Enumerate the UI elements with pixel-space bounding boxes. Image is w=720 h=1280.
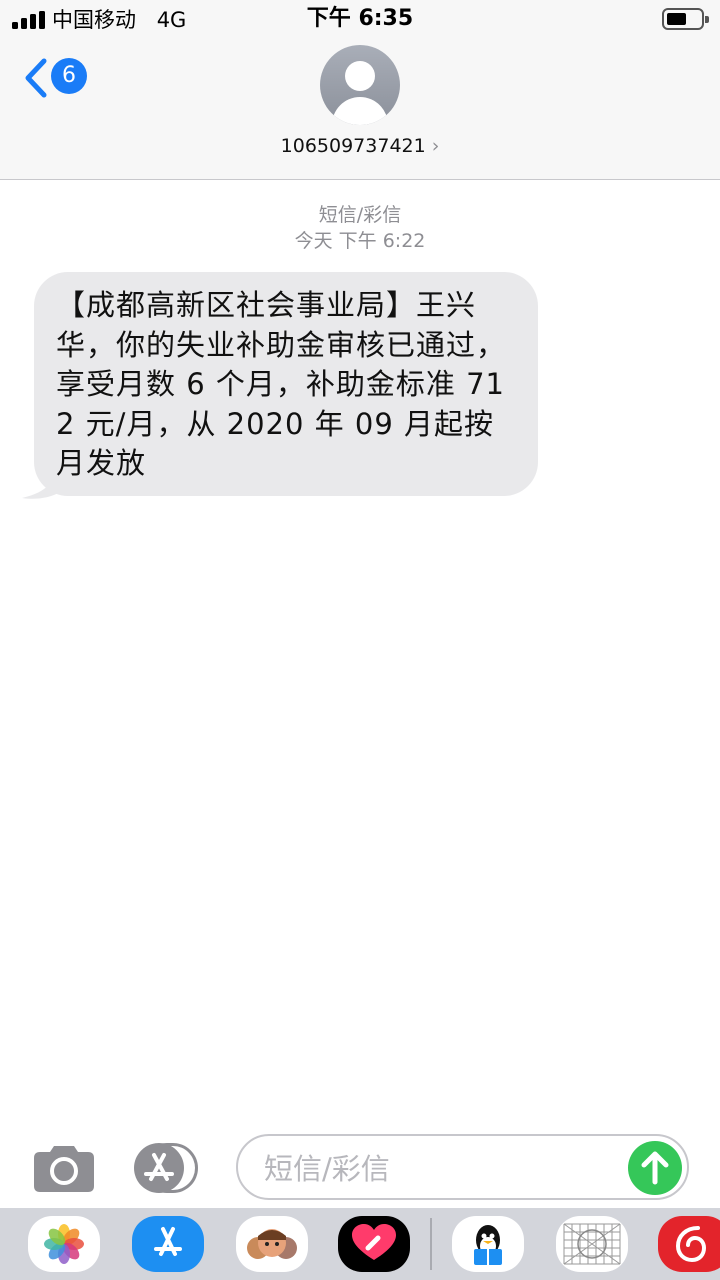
avatar-head-shape (345, 61, 375, 91)
service-label: 短信/彩信 (318, 204, 402, 226)
grid-sticker-icon[interactable] (556, 1216, 628, 1272)
qq-penguin-icon (474, 1225, 502, 1265)
battery-level-fill (667, 13, 686, 25)
status-bar: 中国移动 4G 下午 6:35 (0, 0, 720, 40)
status-time: 下午 6:35 (306, 6, 414, 31)
chevron-right-icon: › (431, 135, 440, 157)
digital-touch-icon[interactable] (338, 1216, 410, 1272)
imessage-app-drawer (0, 1208, 720, 1280)
memoji-faces (247, 1229, 297, 1259)
conversation-header: 中国移动 4G 下午 6:35 6 106509737421 › (0, 0, 720, 180)
camera-icon (34, 1146, 94, 1192)
music-swirl-icon (675, 1226, 707, 1263)
message-input-placeholder: 短信/彩信 (264, 1152, 390, 1186)
avatar-body-shape (332, 97, 388, 125)
app-store-glyph-icon (154, 1227, 182, 1256)
netease-music-icon[interactable] (658, 1216, 720, 1272)
photos-icon[interactable] (28, 1216, 100, 1272)
app-store-icon (134, 1143, 184, 1193)
message-timestamp: 今天 下午 6:22 (294, 230, 426, 252)
thread-meta: 短信/彩信 今天 下午 6:22 (0, 202, 720, 254)
app-store-glyph (144, 1153, 174, 1181)
app-store-button[interactable] (134, 1143, 206, 1193)
photos-flower (44, 1224, 84, 1264)
send-button[interactable] (628, 1141, 682, 1195)
message-input[interactable]: 短信/彩信 (236, 1134, 689, 1200)
chevron-left-icon (25, 58, 47, 98)
message-text: 【成都高新区社会事业局】王兴华，你的失业补助金审核已通过，享受月数 6 个月，补… (56, 288, 507, 480)
grid-pattern-icon (563, 1223, 621, 1265)
contact-number: 106509737421 (280, 135, 426, 157)
memoji-icon[interactable] (236, 1216, 308, 1272)
contact-avatar[interactable] (320, 45, 400, 125)
battery-icon (662, 8, 709, 30)
camera-button[interactable] (34, 1142, 94, 1192)
app-store-drawer-icon[interactable] (132, 1216, 204, 1272)
arrow-up-icon (641, 1151, 669, 1185)
heart-icon (352, 1224, 396, 1260)
battery-nub (705, 16, 709, 23)
bubble-tail-shape (22, 466, 60, 499)
drawer-divider (430, 1218, 432, 1270)
unread-count-badge[interactable]: 6 (51, 58, 87, 94)
contact-name-button[interactable]: 106509737421 › (0, 133, 720, 159)
qq-icon[interactable] (452, 1216, 524, 1272)
